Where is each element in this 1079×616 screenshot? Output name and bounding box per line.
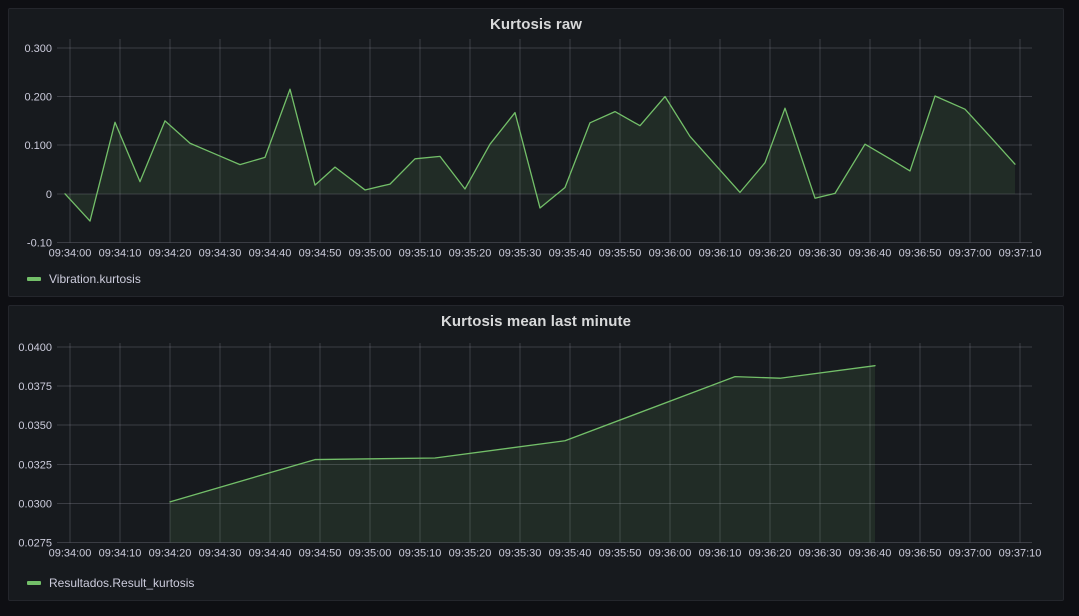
x-tick-label: 09:35:40 xyxy=(549,248,592,260)
x-tick-label: 09:35:30 xyxy=(499,548,542,560)
y-tick-label: 0 xyxy=(46,189,52,201)
x-tick-label: 09:35:40 xyxy=(549,548,592,560)
panel-header[interactable]: Kurtosis mean last minute xyxy=(9,306,1063,336)
panel-title[interactable]: Kurtosis raw xyxy=(490,16,582,33)
x-tick-label: 09:35:00 xyxy=(349,548,392,560)
x-tick-label: 09:34:10 xyxy=(99,248,142,260)
legend-series-label[interactable]: Resultados.Result_kurtosis xyxy=(49,576,194,590)
series-area-fill xyxy=(170,366,875,543)
x-tick-label: 09:35:50 xyxy=(599,248,642,260)
y-tick-label: 0.200 xyxy=(24,92,52,104)
x-tick-label: 09:36:50 xyxy=(899,248,942,260)
y-tick-label: 0.0375 xyxy=(18,381,52,393)
x-tick-label: 09:35:20 xyxy=(449,248,492,260)
x-tick-label: 09:34:20 xyxy=(149,248,192,260)
kurtosis-mean-chart[interactable]: 09:34:00 09:34:10 09:34:20 09:34:30 09:34:40… xyxy=(9,336,1063,566)
legend: Vibration.kurtosis xyxy=(9,268,1063,290)
legend-series-marker[interactable] xyxy=(27,277,41,281)
x-tick-label: 09:36:00 xyxy=(649,548,692,560)
x-tick-label: 09:37:10 xyxy=(999,548,1042,560)
panel-title[interactable]: Kurtosis mean last minute xyxy=(441,313,631,330)
x-tick-label: 09:34:00 xyxy=(49,548,92,560)
panel-header[interactable]: Kurtosis raw xyxy=(9,9,1063,39)
x-tick-label: 09:35:10 xyxy=(399,548,442,560)
x-tick-label: 09:34:00 xyxy=(49,248,92,260)
y-tick-label: -0.10 xyxy=(27,238,52,250)
y-tick-label: 0.100 xyxy=(24,140,52,152)
legend-series-label[interactable]: Vibration.kurtosis xyxy=(49,272,141,286)
y-tick-label: 0.0400 xyxy=(18,342,52,354)
x-tick-label: 09:36:00 xyxy=(649,248,692,260)
x-tick-label: 09:34:40 xyxy=(249,548,292,560)
series-area-fill xyxy=(65,89,1015,221)
x-tick-label: 09:34:30 xyxy=(199,248,242,260)
legend-item[interactable]: Resultados.Result_kurtosis xyxy=(27,576,194,590)
x-tick-label: 09:36:40 xyxy=(849,548,892,560)
panel-kurtosis-mean: Kurtosis mean last minute 09:34:0009:34:… xyxy=(8,305,1064,601)
x-tick-label: 09:36:10 xyxy=(699,248,742,260)
y-tick-label: 0.0350 xyxy=(18,420,52,432)
x-tick-label: 09:35:30 xyxy=(499,248,542,260)
x-tick-label: 09:34:20 xyxy=(149,548,192,560)
y-tick-label: 0.0275 xyxy=(18,538,52,550)
x-tick-label: 09:35:00 xyxy=(349,248,392,260)
x-tick-label: 09:36:10 xyxy=(699,548,742,560)
x-tick-label: 09:37:00 xyxy=(949,548,992,560)
x-tick-label: 09:36:30 xyxy=(799,248,842,260)
x-tick-label: 09:35:50 xyxy=(599,548,642,560)
kurtosis-raw-chart[interactable]: 09:34:00 09:34:10 09:34:20 09:34:30 09:34:40… xyxy=(9,39,1063,263)
dashboard-page: Kurtosis raw 09:34:0009:34:1009:34:2009:… xyxy=(0,0,1079,616)
x-tick-label: 09:34:30 xyxy=(199,548,242,560)
legend: Resultados.Result_kurtosis xyxy=(9,572,1063,594)
x-tick-label: 09:36:50 xyxy=(899,548,942,560)
legend-item[interactable]: Vibration.kurtosis xyxy=(27,272,141,286)
x-tick-label: 09:37:00 xyxy=(949,248,992,260)
y-tick-label: 0.0325 xyxy=(18,459,52,471)
x-tick-label: 09:35:20 xyxy=(449,548,492,560)
legend-series-marker[interactable] xyxy=(27,581,41,585)
panel-kurtosis-raw: Kurtosis raw 09:34:0009:34:1009:34:2009:… xyxy=(8,8,1064,297)
x-tick-label: 09:36:20 xyxy=(749,248,792,260)
x-tick-label: 09:36:30 xyxy=(799,548,842,560)
x-tick-label: 09:34:10 xyxy=(99,548,142,560)
x-tick-label: 09:34:50 xyxy=(299,248,342,260)
y-tick-label: 0.300 xyxy=(24,43,52,55)
x-tick-label: 09:34:50 xyxy=(299,548,342,560)
x-tick-label: 09:35:10 xyxy=(399,248,442,260)
y-tick-label: 0.0300 xyxy=(18,498,52,510)
x-tick-label: 09:36:20 xyxy=(749,548,792,560)
x-tick-label: 09:36:40 xyxy=(849,248,892,260)
x-tick-label: 09:37:10 xyxy=(999,248,1042,260)
x-tick-label: 09:34:40 xyxy=(249,248,292,260)
